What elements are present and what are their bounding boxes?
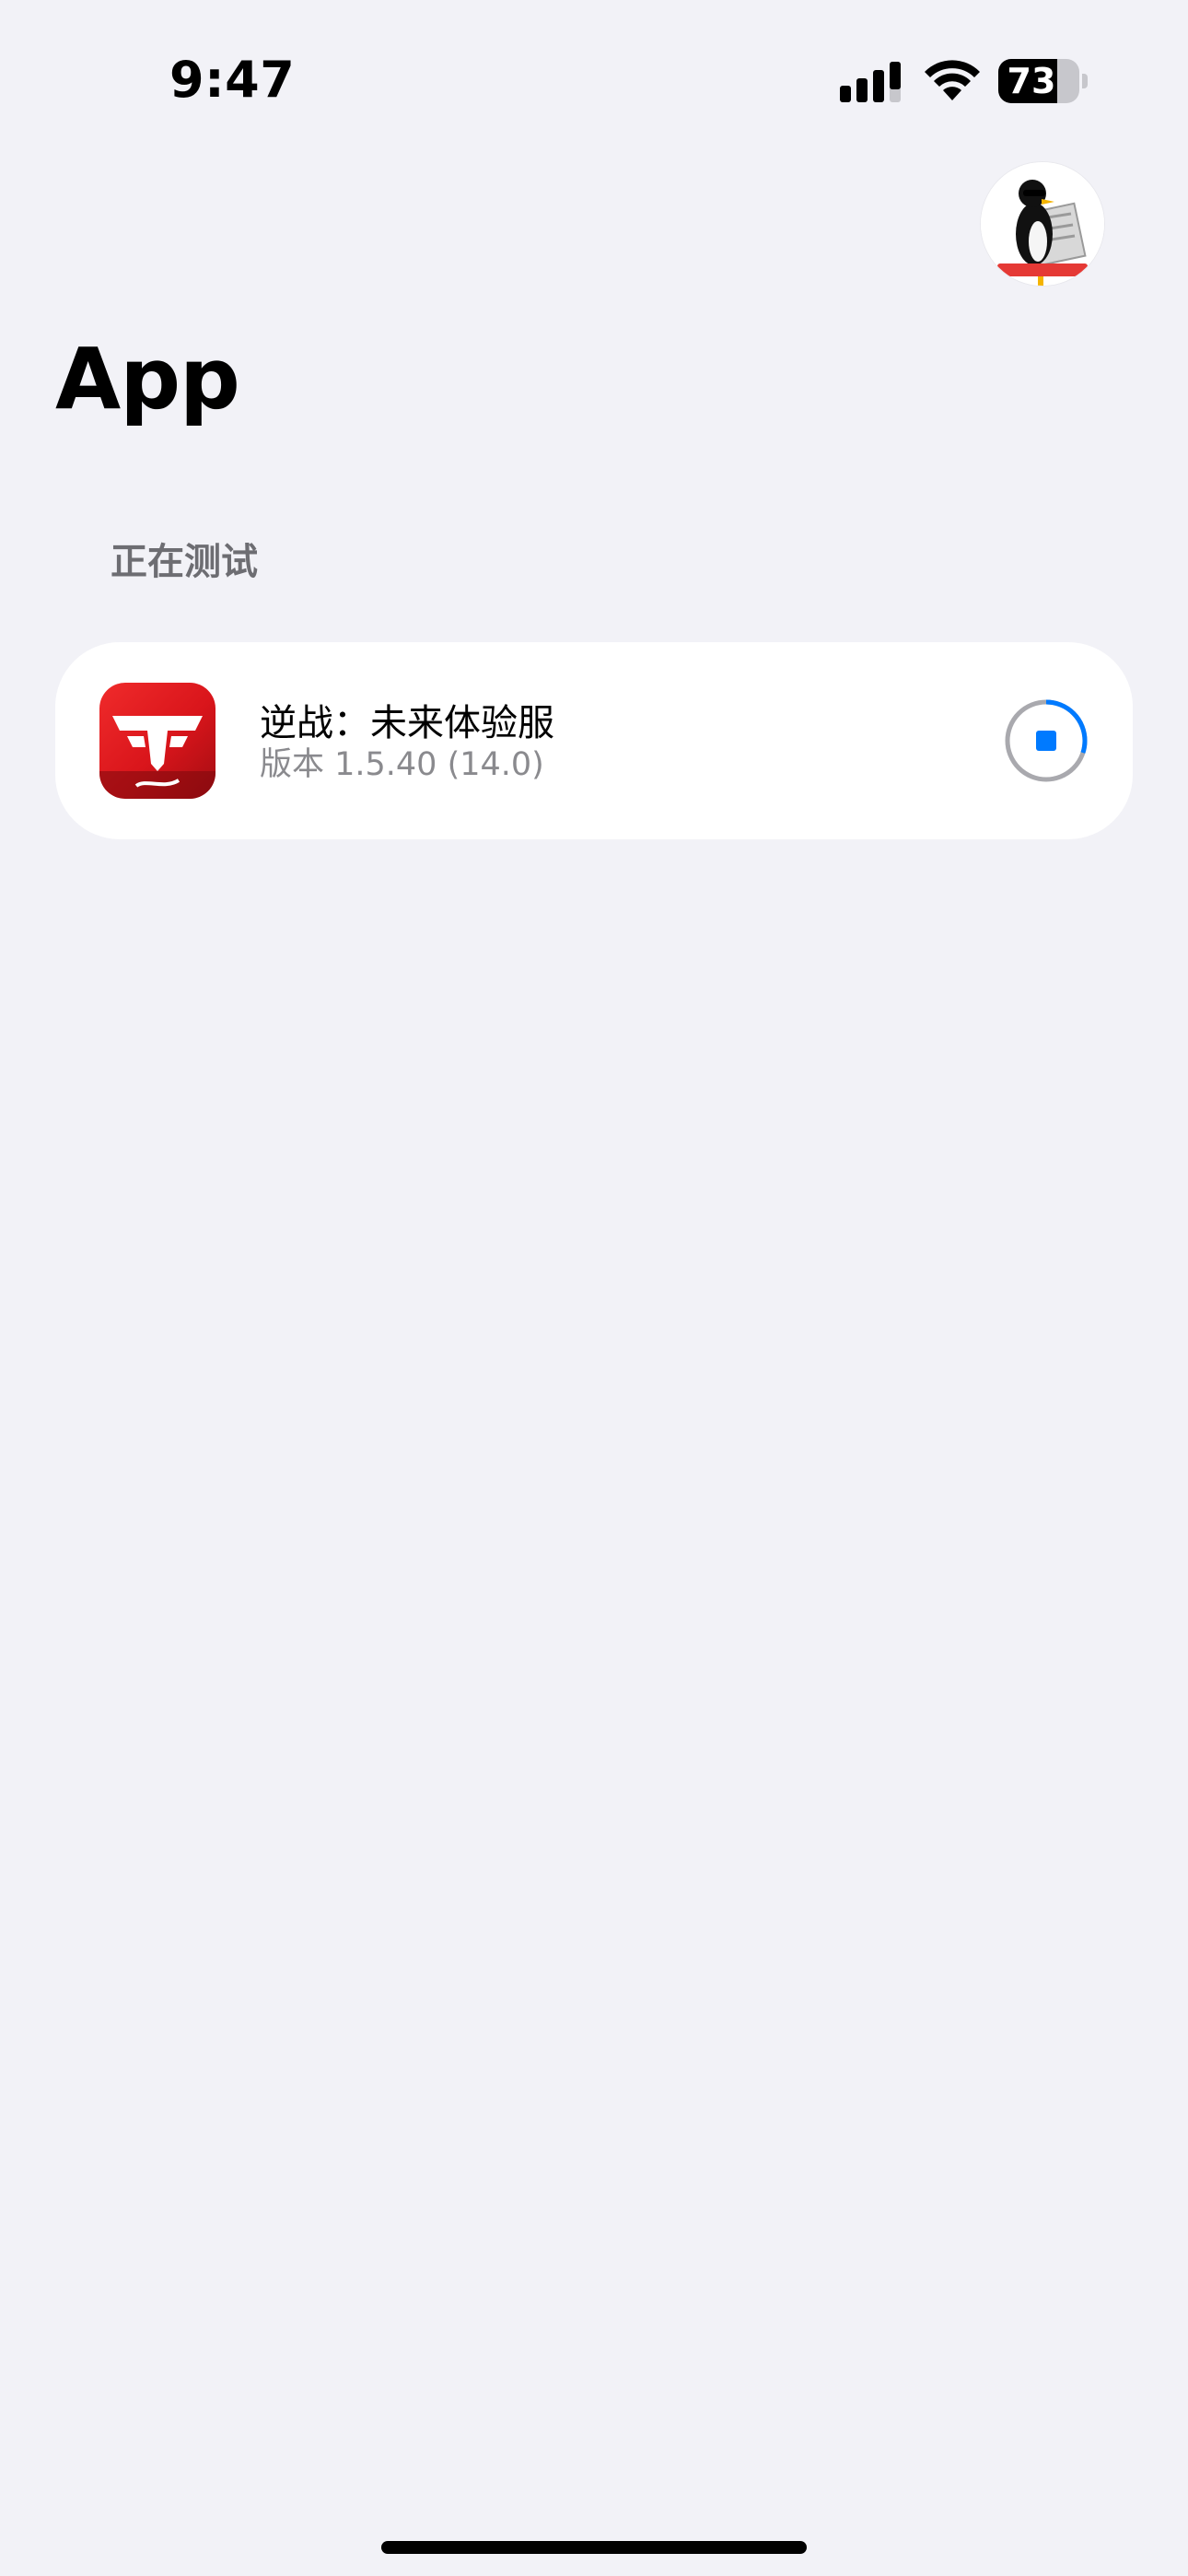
section-header-testing: 正在测试 xyxy=(111,541,258,583)
app-list-item[interactable]: 逆战：未来体验服 版本 1.5.40 (14.0) xyxy=(55,642,1133,839)
wifi-icon xyxy=(925,60,980,100)
cellular-signal-icon xyxy=(840,62,901,102)
page-title: App xyxy=(55,330,240,428)
battery-percent: 73 xyxy=(1007,61,1056,101)
home-indicator[interactable] xyxy=(381,2541,807,2554)
app-name: 逆战：未来体验服 xyxy=(260,702,554,744)
account-avatar-button[interactable] xyxy=(981,162,1104,286)
app-icon xyxy=(99,683,215,799)
penguin-avatar-icon xyxy=(981,162,1104,286)
download-progress-stop-icon[interactable] xyxy=(1002,697,1090,785)
status-icons: 73 xyxy=(840,55,1088,107)
status-time: 9:47 xyxy=(169,51,296,109)
battery-icon: 73 xyxy=(998,59,1088,103)
app-version: 版本 1.5.40 (14.0) xyxy=(260,746,544,783)
